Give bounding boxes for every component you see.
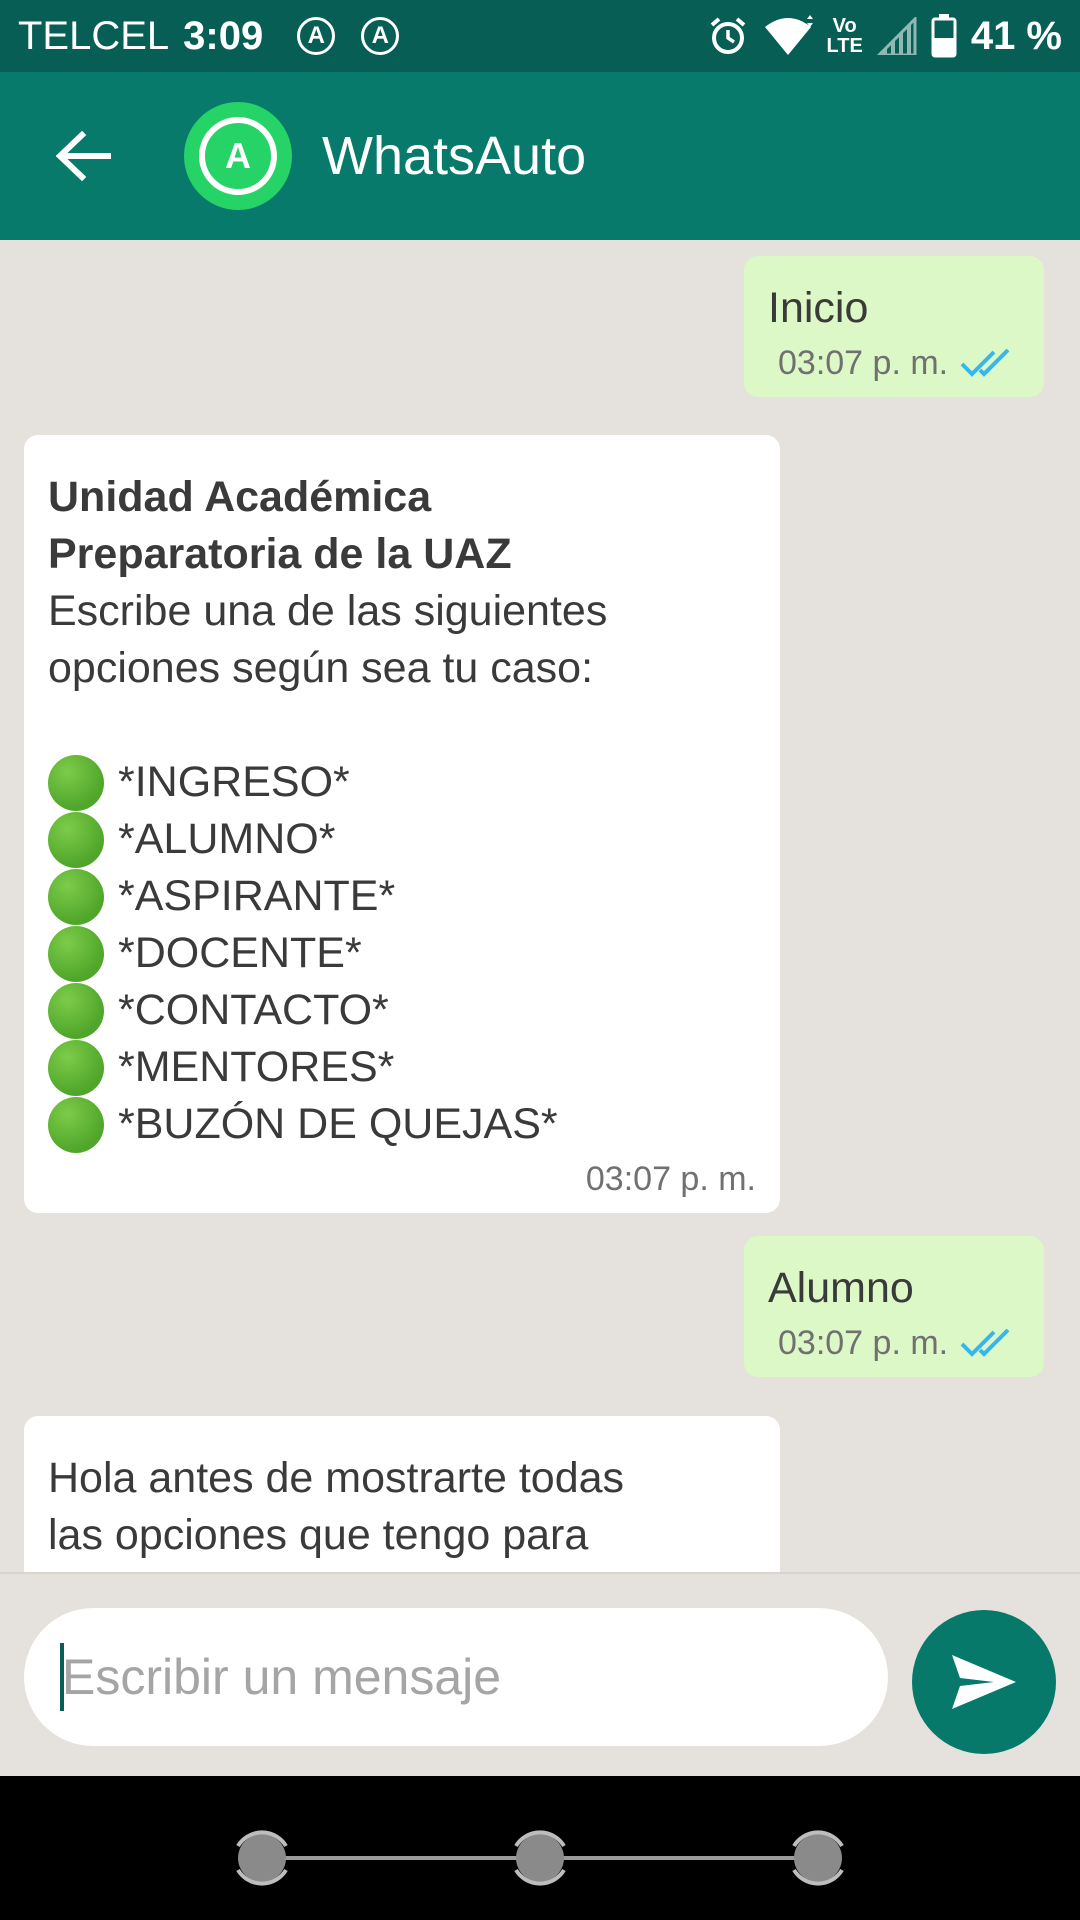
green-circle-icon bbox=[48, 1096, 104, 1153]
green-circle-icon bbox=[48, 982, 104, 1039]
incoming-message[interactable]: Unidad Académica Preparatoria de la UAZ … bbox=[24, 435, 780, 1213]
incoming-message[interactable]: Hola antes de mostrarte todas las opcion… bbox=[24, 1416, 780, 1572]
send-icon bbox=[952, 1655, 1016, 1709]
nav-home-button[interactable] bbox=[504, 1822, 576, 1894]
read-ticks-icon bbox=[960, 1328, 1012, 1358]
alarm-icon bbox=[707, 15, 749, 57]
message-text: Alumno bbox=[768, 1264, 914, 1312]
read-ticks-icon bbox=[960, 348, 1012, 378]
option-label: *MENTORES* bbox=[118, 1043, 395, 1091]
option-item: *ASPIRANTE* bbox=[48, 868, 756, 925]
message-text: opciones según sea tu caso: bbox=[48, 644, 594, 692]
avatar-letter: A bbox=[199, 117, 277, 195]
green-circle-icon bbox=[48, 925, 104, 982]
volte-top-label: Vo bbox=[832, 15, 857, 37]
option-item: *MENTORES* bbox=[48, 1039, 756, 1096]
message-time: 03:07 p. m. bbox=[585, 1160, 756, 1198]
option-label: *CONTACTO* bbox=[118, 986, 389, 1034]
message-text: Hola antes de mostrarte todas bbox=[48, 1454, 625, 1502]
nav-back-icon bbox=[236, 1830, 288, 1886]
option-item: *DOCENTE* bbox=[48, 925, 756, 982]
composer-bar bbox=[0, 1572, 1080, 1776]
option-item: *BUZÓN DE QUEJAS* bbox=[48, 1096, 756, 1153]
nav-back-button[interactable] bbox=[226, 1822, 298, 1894]
wifi-icon bbox=[763, 15, 813, 57]
back-button[interactable] bbox=[34, 106, 134, 206]
option-label: *BUZÓN DE QUEJAS* bbox=[118, 1100, 558, 1148]
option-item: *CONTACTO* bbox=[48, 982, 756, 1039]
message-field-container[interactable] bbox=[24, 1608, 888, 1746]
navigation-bar bbox=[0, 1776, 1080, 1920]
green-circle-icon bbox=[48, 811, 104, 868]
option-label: *INGRESO* bbox=[118, 758, 350, 806]
message-text: Inicio bbox=[768, 284, 869, 332]
green-circle-icon bbox=[48, 868, 104, 925]
message-meta: 03:07 p. m. bbox=[48, 1159, 756, 1199]
signal-icon bbox=[876, 17, 917, 55]
notification-a-icon: A bbox=[297, 17, 336, 55]
notification-a-icon: A bbox=[361, 17, 400, 55]
option-label: *DOCENTE* bbox=[118, 929, 362, 977]
status-bar: TELCEL 3:09 A A Vo LTE 41 % bbox=[0, 0, 1080, 72]
message-text: Escribe una de las siguientes bbox=[48, 587, 608, 635]
chat-list[interactable]: Inicio 03:07 p. m. Unidad Académica Prep… bbox=[0, 240, 1080, 1572]
option-label: *ALUMNO* bbox=[118, 815, 336, 863]
avatar[interactable]: A bbox=[184, 102, 292, 210]
chat-title[interactable]: WhatsAuto bbox=[322, 125, 586, 187]
message-time: 03:07 p. m. bbox=[778, 344, 949, 382]
option-item: *ALUMNO* bbox=[48, 811, 756, 868]
send-button[interactable] bbox=[912, 1610, 1056, 1754]
clock: 3:09 bbox=[183, 13, 264, 58]
green-circle-icon bbox=[48, 1039, 104, 1096]
message-heading: Unidad Académica bbox=[48, 473, 432, 521]
battery-icon bbox=[931, 14, 957, 58]
message-text: ti, podemos... Podrías decir... bbox=[48, 1564, 756, 1572]
app-bar: A WhatsAuto bbox=[0, 72, 1080, 240]
volte-bottom-label: LTE bbox=[826, 35, 863, 57]
message-meta: 03:07 p. m. bbox=[768, 343, 1020, 383]
nav-recents-button[interactable] bbox=[782, 1822, 854, 1894]
outgoing-message[interactable]: Alumno 03:07 p. m. bbox=[744, 1236, 1044, 1377]
message-time: 03:07 p. m. bbox=[778, 1324, 949, 1362]
battery-percent: 41 % bbox=[970, 13, 1062, 58]
arrow-left-icon bbox=[56, 131, 111, 181]
message-heading: Preparatoria de la UAZ bbox=[48, 530, 512, 578]
message-meta: 03:07 p. m. bbox=[768, 1323, 1020, 1363]
green-circle-icon bbox=[48, 754, 104, 811]
nav-home-icon bbox=[514, 1830, 566, 1886]
volte-indicator: Vo LTE bbox=[827, 16, 863, 56]
carrier-name: TELCEL bbox=[18, 13, 170, 58]
message-text: las opciones que tengo para bbox=[48, 1511, 589, 1559]
outgoing-message[interactable]: Inicio 03:07 p. m. bbox=[744, 256, 1044, 397]
message-input[interactable] bbox=[62, 1648, 842, 1706]
nav-recents-icon bbox=[792, 1830, 844, 1886]
option-item: *INGRESO* bbox=[48, 754, 756, 811]
option-label: *ASPIRANTE* bbox=[118, 872, 396, 920]
